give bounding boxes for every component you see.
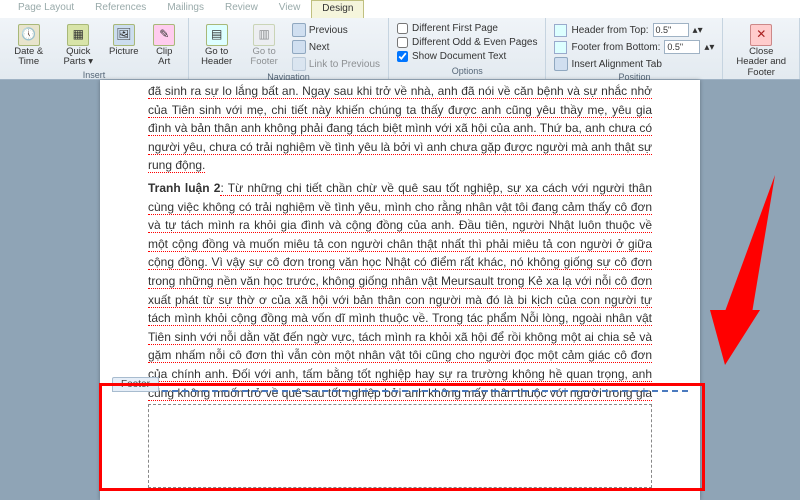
link-previous-button[interactable]: Link to Previous [290,56,382,72]
next-icon [292,40,306,54]
picture-button[interactable]: 🖼Picture [105,22,143,59]
tab-pagelayout[interactable]: Page Layout [8,0,85,18]
diff-first-page-check[interactable]: Different First Page [395,22,539,35]
group-insert: 🕔Date & Time ▦Quick Parts ▾ 🖼Picture ✎Cl… [0,18,189,79]
header-from-top[interactable]: Header from Top:0.5"▴▾ [552,22,716,38]
ribbon-tabs: Page Layout References Mailings Review V… [0,0,800,18]
footer-bottom-icon [554,41,567,54]
tab-mailings[interactable]: Mailings [157,0,215,18]
group-navigation: ▤Go to Header ▥Go to Footer Previous Nex… [189,18,389,79]
close-header-footer-button[interactable]: ✕Close Header and Footer [729,22,793,80]
footer-content-box[interactable] [148,404,652,488]
footer-tag[interactable]: Footer [112,377,159,392]
group-close: ✕Close Header and Footer Close [723,18,800,79]
quick-parts-button[interactable]: ▦Quick Parts ▾ [56,22,102,70]
next-button[interactable]: Next [290,39,382,55]
diff-odd-even-check[interactable]: Different Odd & Even Pages [395,36,539,49]
show-doc-text-check[interactable]: Show Document Text [395,50,539,63]
document-body-text: đã sinh ra sự lo lắng bất an. Ngay sau k… [148,80,652,421]
group-options: Different First Page Different Odd & Eve… [389,18,546,79]
document-workspace: đã sinh ra sự lo lắng bất an. Ngay sau k… [0,80,800,500]
tab-view[interactable]: View [269,0,312,18]
previous-icon [292,23,306,37]
clip-art-button[interactable]: ✎Clip Art [147,22,182,70]
footer-area[interactable]: Footer [112,390,688,492]
tab-review[interactable]: Review [215,0,269,18]
footer-separator [112,390,688,392]
insert-alignment-tab[interactable]: Insert Alignment Tab [552,56,716,72]
goto-footer-button[interactable]: ▥Go to Footer [242,22,285,70]
previous-button[interactable]: Previous [290,22,382,38]
tab-design[interactable]: Design [311,0,364,18]
tab-references[interactable]: References [85,0,157,18]
goto-header-button[interactable]: ▤Go to Header [195,22,238,70]
footer-from-bottom[interactable]: Footer from Bottom:0.5"▴▾ [552,39,716,55]
document-page[interactable]: đã sinh ra sự lo lắng bất an. Ngay sau k… [100,80,700,500]
align-tab-icon [554,57,568,71]
header-top-icon [554,24,567,37]
date-time-button[interactable]: 🕔Date & Time [6,22,52,70]
group-options-label: Options [395,66,539,77]
ribbon: 🕔Date & Time ▦Quick Parts ▾ 🖼Picture ✎Cl… [0,18,800,80]
link-icon [292,57,306,71]
group-position: Header from Top:0.5"▴▾ Footer from Botto… [546,18,723,79]
